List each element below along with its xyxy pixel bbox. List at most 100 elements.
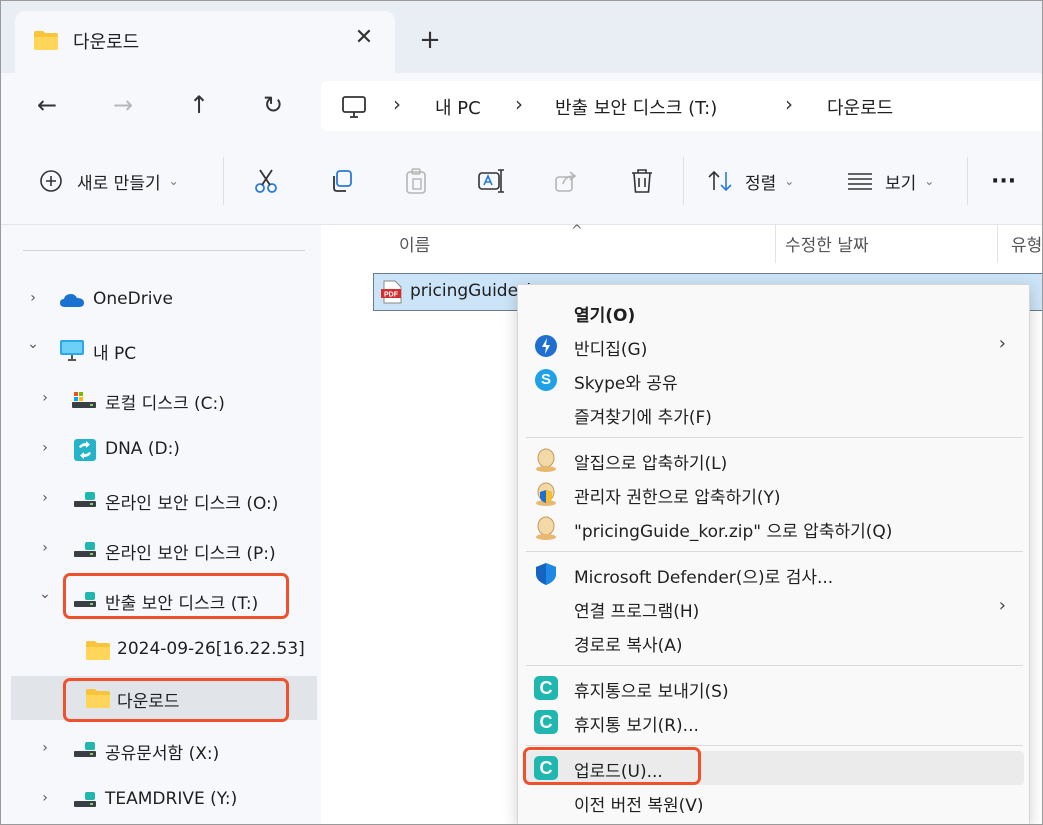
- menu-item-send-to-recycle[interactable]: C 휴지통으로 보내기(S): [524, 671, 1024, 705]
- sidebar-item-label: 공유문서함 (X:): [105, 744, 220, 764]
- sidebar-item-shared-docs-x[interactable]: › 공유문서함 (X:): [1, 728, 321, 772]
- breadcrumb-separator: ›: [515, 92, 523, 116]
- menu-item-defender-scan[interactable]: Microsoft Defender(으)로 검사...: [524, 557, 1024, 591]
- breadcrumb-export-disk[interactable]: 반출 보안 디스크 (T:): [555, 94, 717, 120]
- sidebar-item-label: 로컬 디스크 (C:): [105, 394, 225, 414]
- onedrive-cloud-icon: [59, 292, 85, 313]
- sort-button[interactable]: 정렬 ⌄: [707, 159, 794, 203]
- alzip-icon: [534, 516, 558, 540]
- monitor-icon: [59, 338, 85, 367]
- secure-drive-icon: [73, 740, 97, 765]
- sidebar-item-online-secure-o[interactable]: › 온라인 보안 디스크 (O:): [1, 478, 321, 522]
- menu-item-restore-previous[interactable]: 이전 버전 복원(V): [524, 785, 1024, 819]
- back-button[interactable]: ←: [29, 87, 65, 123]
- menu-item-copy-path[interactable]: 경로로 복사(A): [524, 625, 1024, 659]
- toolbar-divider: [683, 157, 684, 205]
- column-divider[interactable]: [997, 225, 998, 263]
- menu-item-admin-compress[interactable]: 관리자 권한으로 압축하기(Y): [524, 477, 1024, 511]
- menu-item-view-recycle[interactable]: C 휴지통 보기(R)...: [524, 705, 1024, 739]
- chevron-down-icon[interactable]: ⌄: [25, 336, 41, 352]
- sidebar-item-my-pc[interactable]: ⌄ 내 PC: [1, 328, 321, 372]
- bandizip-icon: [534, 334, 558, 358]
- secure-drive-icon: [73, 540, 97, 565]
- toolbar-divider: [223, 157, 224, 205]
- menu-item-label: 즐겨찾기에 추가(F): [574, 408, 712, 428]
- menu-separator: [526, 437, 1023, 438]
- sidebar-item-local-disk-c[interactable]: › 로컬 디스크 (C:): [1, 378, 321, 422]
- chevron-down-icon[interactable]: ⌄: [37, 586, 53, 602]
- column-divider[interactable]: [775, 225, 776, 263]
- sidebar-item-online-secure-p[interactable]: › 온라인 보안 디스크 (P:): [1, 528, 321, 572]
- share-icon: [555, 171, 577, 192]
- tab-downloads[interactable]: 다운로드 ✕: [15, 11, 395, 73]
- close-tab-icon[interactable]: ✕: [349, 23, 379, 53]
- chevron-right-icon[interactable]: ›: [37, 740, 53, 756]
- chevron-right-icon[interactable]: ›: [37, 540, 53, 556]
- new-button[interactable]: 새로 만들기 ⌄: [39, 159, 179, 203]
- sort-ascending-icon: ^: [571, 223, 583, 239]
- share-button[interactable]: [553, 159, 579, 203]
- tab-strip: 다운로드 ✕ +: [1, 1, 1042, 73]
- menu-item-share-skype[interactable]: S Skype와 공유: [524, 363, 1024, 397]
- highlight-export-disk: [63, 573, 289, 619]
- file-explorer-window: 다운로드 ✕ + ← → ↑ ↻ › 내 PC › 반출 보안 디스크 (T:)…: [0, 0, 1043, 825]
- rename-button[interactable]: [477, 159, 505, 203]
- sidebar-item-label: 온라인 보안 디스크 (P:): [105, 544, 276, 564]
- menu-separator: [526, 551, 1023, 552]
- menu-item-label: "pricingGuide_kor.zip" 으로 압축하기(Q): [574, 522, 893, 542]
- alzip-icon: [534, 448, 558, 472]
- breadcrumb-downloads[interactable]: 다운로드: [827, 94, 893, 120]
- command-bar: 새로 만들기 ⌄ 정렬 ⌄ 보기 ⌄ ···: [1, 137, 1042, 225]
- refresh-button[interactable]: ↻: [255, 87, 291, 123]
- up-button[interactable]: ↑: [181, 87, 217, 123]
- menu-item-label: 관리자 권한으로 압축하기(Y): [574, 488, 781, 508]
- chevron-right-icon[interactable]: ›: [37, 790, 53, 806]
- sidebar-item-folder-2024-09-26[interactable]: 2024-09-26[16.22.53]: [1, 628, 321, 672]
- menu-separator: [526, 665, 1023, 666]
- chevron-right-icon[interactable]: ›: [37, 440, 53, 456]
- column-header-type[interactable]: 유형: [1011, 231, 1042, 256]
- menu-item-bandizip[interactable]: 반디집(G) ›: [524, 329, 1024, 363]
- secure-drive-icon: [73, 490, 97, 515]
- menu-item-open-with[interactable]: 연결 프로그램(H) ›: [524, 591, 1024, 625]
- new-tab-button[interactable]: +: [413, 25, 447, 59]
- paste-button[interactable]: [403, 159, 429, 203]
- forward-button[interactable]: →: [105, 87, 141, 123]
- breadcrumb-separator: ›: [393, 92, 401, 116]
- menu-item-label: Skype와 공유: [574, 374, 678, 394]
- chevron-right-icon[interactable]: ›: [37, 390, 53, 406]
- sort-label: 정렬: [745, 173, 777, 194]
- copy-icon: [333, 170, 352, 192]
- secure-drive-icon: [73, 790, 97, 815]
- svg-text:PDF: PDF: [384, 292, 399, 299]
- highlight-downloads-folder: [63, 678, 289, 722]
- cut-button[interactable]: [253, 159, 279, 203]
- breadcrumb-separator: ›: [785, 92, 793, 116]
- copy-button[interactable]: [329, 159, 355, 203]
- chevron-right-icon[interactable]: ›: [37, 490, 53, 506]
- skype-icon: S: [534, 368, 558, 392]
- new-button-label: 새로 만들기: [77, 173, 161, 194]
- column-header-modified[interactable]: 수정한 날짜: [785, 231, 869, 256]
- chevron-down-icon: ⌄: [784, 174, 795, 188]
- sidebar-item-onedrive[interactable]: › OneDrive: [1, 278, 321, 322]
- chevron-right-icon[interactable]: ›: [25, 290, 41, 306]
- context-menu: 열기(O) 반디집(G) › S Skype와 공유 즐겨찾기에 추가(F) 알…: [517, 284, 1030, 824]
- view-label: 보기: [885, 173, 917, 194]
- sidebar-item-teamdrive-y[interactable]: › TEAMDRIVE (Y:): [1, 778, 321, 822]
- chevron-down-icon: ⌄: [924, 174, 935, 188]
- menu-item-alzip-compress[interactable]: 알집으로 압축하기(L): [524, 443, 1024, 477]
- clipboard-icon: [406, 168, 426, 194]
- menu-item-open[interactable]: 열기(O): [524, 295, 1024, 329]
- menu-item-compress-to-zip[interactable]: "pricingGuide_kor.zip" 으로 압축하기(Q): [524, 511, 1024, 545]
- delete-button[interactable]: [629, 159, 655, 203]
- local-disk-icon: [71, 390, 97, 415]
- breadcrumb-my-pc[interactable]: 내 PC: [435, 94, 481, 120]
- view-button[interactable]: 보기 ⌄: [847, 159, 934, 203]
- column-header-name[interactable]: 이름: [399, 231, 430, 256]
- sidebar-item-dna-d[interactable]: › DNA (D:): [1, 428, 321, 472]
- address-bar[interactable]: › 내 PC › 반출 보안 디스크 (T:) › 다운로드: [321, 81, 1041, 131]
- menu-item-add-favorites[interactable]: 즐겨찾기에 추가(F): [524, 397, 1024, 431]
- more-options-button[interactable]: ···: [991, 159, 1016, 203]
- menu-item-label: 연결 프로그램(H): [574, 602, 700, 622]
